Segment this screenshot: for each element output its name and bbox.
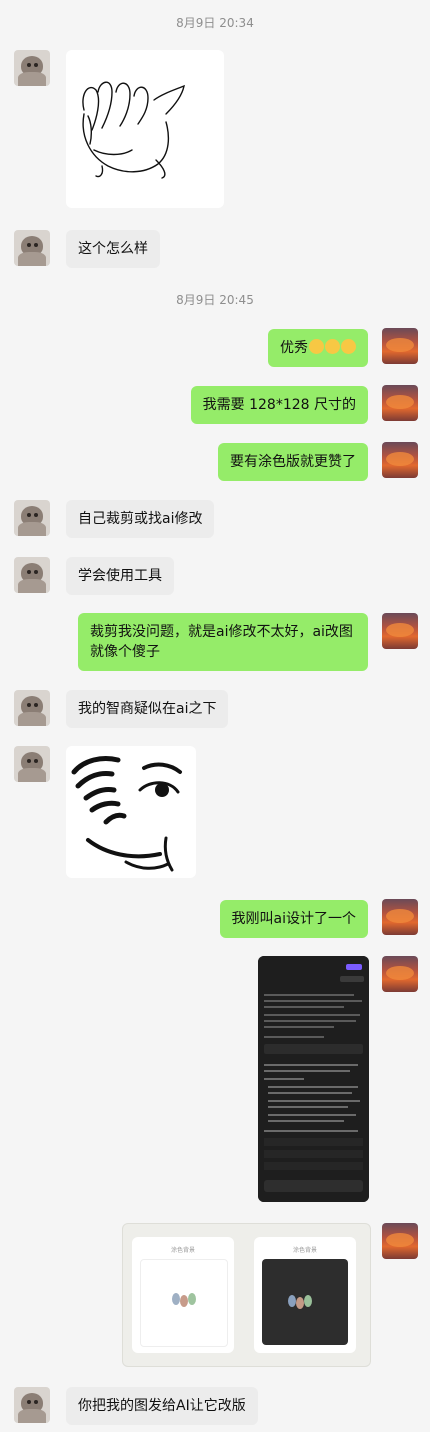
- contact-avatar[interactable]: [14, 746, 50, 782]
- message-text: 学会使用工具: [78, 568, 162, 584]
- contact-avatar[interactable]: [14, 690, 50, 726]
- incoming-message[interactable]: 这个怎么样: [66, 230, 160, 268]
- self-avatar[interactable]: [382, 1223, 418, 1259]
- contact-avatar[interactable]: [14, 500, 50, 536]
- self-avatar[interactable]: [382, 442, 418, 478]
- timestamp: 8月9日 20:34: [176, 16, 254, 30]
- preview-card-light: 涂色背景: [132, 1237, 234, 1353]
- message-text: 裁剪我没问题，就是ai修改不太好，ai改图: [90, 624, 353, 640]
- message-text: 我刚叫ai设计了一个: [231, 911, 356, 927]
- message-text: 优秀: [280, 340, 308, 356]
- ai-chat-screenshot-image[interactable]: [258, 956, 369, 1202]
- message-text: 这个怎么样: [78, 241, 148, 257]
- coloring-preview-image[interactable]: 涂色背景 涂色背景: [122, 1223, 371, 1367]
- outgoing-message[interactable]: 我刚叫ai设计了一个: [219, 900, 368, 938]
- message-text: 自己裁剪或找ai修改: [78, 511, 203, 527]
- self-avatar[interactable]: [382, 956, 418, 992]
- smile-emoji-icon: [309, 339, 324, 354]
- meme-sticker-image[interactable]: [66, 746, 196, 878]
- self-avatar[interactable]: [382, 899, 418, 935]
- message-text: 你把我的图发给AI让它改版: [78, 1398, 246, 1414]
- message-text: 就像个傻子: [90, 644, 160, 660]
- message-text: 我需要 128*128 尺寸的: [202, 397, 356, 413]
- self-avatar[interactable]: [382, 613, 418, 649]
- incoming-message[interactable]: 学会使用工具: [66, 557, 174, 595]
- contact-avatar[interactable]: [14, 50, 50, 86]
- timestamp: 8月9日 20:45: [176, 293, 254, 307]
- smile-emoji-icon: [341, 339, 356, 354]
- incoming-message[interactable]: 自己裁剪或找ai修改: [66, 500, 215, 538]
- smile-emoji-icon: [325, 339, 340, 354]
- outgoing-message[interactable]: 优秀: [268, 329, 368, 367]
- preview-card-title: 涂色背景: [170, 1247, 195, 1254]
- contact-avatar[interactable]: [14, 557, 50, 593]
- contact-avatar[interactable]: [14, 1387, 50, 1423]
- self-avatar[interactable]: [382, 385, 418, 421]
- outgoing-message[interactable]: 裁剪我没问题，就是ai修改不太好，ai改图 就像个傻子: [78, 613, 368, 671]
- incoming-message[interactable]: 你把我的图发给AI让它改版: [66, 1387, 258, 1425]
- preview-card-title: 涂色背景: [292, 1247, 317, 1254]
- thinking-face-sticker: [71, 756, 182, 872]
- preview-card-dark: 涂色背景: [254, 1237, 356, 1353]
- message-text: 我的智商疑似在ai之下: [78, 701, 217, 717]
- contact-avatar[interactable]: [14, 230, 50, 266]
- self-avatar[interactable]: [382, 328, 418, 364]
- message-text: 要有涂色版就更赞了: [230, 454, 356, 470]
- outgoing-message[interactable]: 我需要 128*128 尺寸的: [190, 386, 368, 424]
- sketch-image[interactable]: [66, 50, 224, 208]
- outgoing-message[interactable]: 要有涂色版就更赞了: [218, 443, 368, 481]
- incoming-message[interactable]: 我的智商疑似在ai之下: [66, 690, 229, 728]
- hand-sketch-drawing: [82, 81, 185, 179]
- screenshot-thumbnail: [258, 956, 369, 1202]
